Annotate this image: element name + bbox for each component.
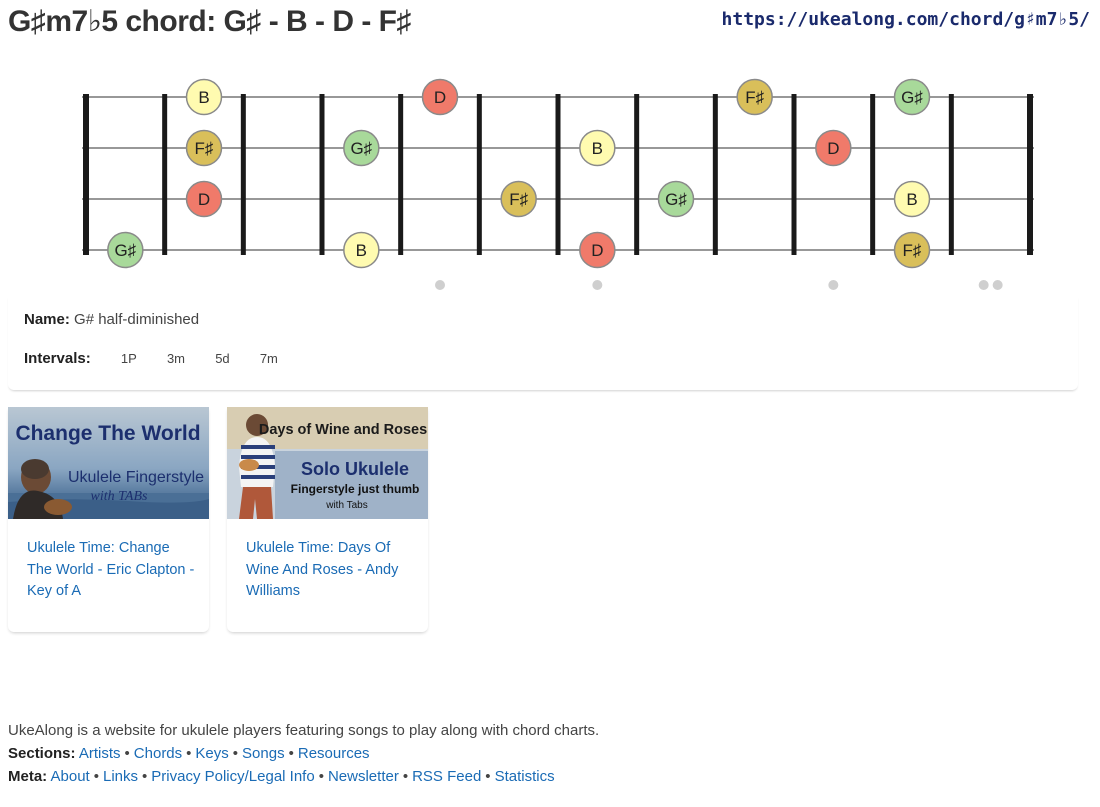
thumb-line2: with TABs	[91, 489, 148, 504]
video-link[interactable]: Ukulele Time: Change The World - Eric Cl…	[27, 538, 197, 603]
video-card[interactable]: Change The World Ukulele Fingerstyle wit…	[8, 407, 209, 632]
footer-separator: •	[142, 768, 148, 785]
thumb-title: Days of Wine and Roses	[259, 422, 427, 438]
chord-name-row: Name: G# half-diminished	[24, 311, 199, 328]
thumb-line2: Fingerstyle just thumb	[291, 482, 420, 496]
thumb-line1: Solo Ukulele	[301, 459, 409, 479]
footer-link-links[interactable]: Links	[103, 768, 138, 785]
note-label: D	[434, 88, 446, 107]
inlay-dot	[592, 280, 603, 290]
footer-link-chords[interactable]: Chords	[134, 745, 182, 762]
inlay-dot	[828, 280, 839, 290]
note-label: B	[356, 241, 367, 260]
intervals-label: Intervals:	[24, 350, 91, 367]
site-footer: UkeAlong is a website for ukulele player…	[8, 719, 599, 788]
inlay-dot	[435, 280, 445, 290]
note-label: F♯	[745, 88, 764, 107]
footer-separator: •	[124, 745, 130, 762]
footer-separator: •	[186, 745, 192, 762]
note-label: D	[198, 190, 210, 209]
thumb-title: Change The World	[15, 422, 200, 445]
footer-separator: •	[232, 745, 239, 762]
interval-item: 5d	[215, 351, 230, 366]
meta-label: Meta:	[8, 768, 48, 785]
inlay-dot	[992, 280, 1003, 290]
footer-separator: •	[318, 768, 324, 785]
footer-link-resources[interactable]: Resources	[298, 745, 370, 762]
note-label: G♯	[350, 139, 372, 158]
note-label: F♯	[903, 241, 922, 260]
note-label: B	[198, 88, 209, 107]
footer-link-newsletter[interactable]: Newsletter	[328, 768, 399, 785]
footer-link-rss[interactable]: RSS Feed	[412, 768, 481, 785]
note-label: G♯	[114, 241, 136, 260]
chord-info-card: Name: G# half-diminished Intervals: 1P 3…	[8, 296, 1078, 390]
interval-item: 1P	[120, 351, 137, 366]
note-label: B	[592, 139, 603, 158]
page-url[interactable]: https://ukealong.com/chord/g♯m7♭5/	[722, 9, 1090, 30]
video-link[interactable]: Ukulele Time: Days Of Wine And Roses - A…	[246, 538, 416, 603]
video-thumbnail[interactable]: Change The World Ukulele Fingerstyle wit…	[8, 407, 209, 519]
fretboard-diagram: B D F♯ G♯ F♯ G♯ B D D F♯ G♯ B G♯ B D F♯	[82, 78, 1034, 290]
note-label: G♯	[901, 88, 923, 107]
footer-separator: •	[288, 745, 294, 762]
note-label: F♯	[195, 139, 214, 158]
note-label: D	[827, 139, 839, 158]
note-label: B	[906, 190, 917, 209]
note-label: G♯	[665, 190, 687, 209]
note-label: F♯	[509, 190, 528, 209]
footer-separator: •	[402, 768, 409, 785]
video-thumbnail[interactable]: Days of Wine and Roses Solo Ukulele Fing…	[227, 407, 428, 519]
footer-link-statistics[interactable]: Statistics	[495, 768, 555, 785]
thumb-line1: Ukulele Fingerstyle	[68, 469, 204, 486]
footer-link-privacy[interactable]: Privacy Policy/Legal Info	[151, 768, 314, 785]
note-label: D	[591, 241, 603, 260]
footer-meta: Meta: About • Links • Privacy Policy/Legal I…	[8, 765, 599, 788]
thumb-line3: with Tabs	[325, 500, 368, 511]
footer-link-about[interactable]: About	[51, 768, 90, 785]
name-label: Name:	[24, 311, 70, 328]
footer-link-artists[interactable]: Artists	[79, 745, 121, 762]
page-title: G♯m7♭5 chord: G♯ - B - D - F♯	[8, 5, 412, 38]
footer-link-keys[interactable]: Keys	[195, 745, 228, 762]
chord-name-value: G# half-diminished	[74, 311, 200, 328]
footer-link-songs[interactable]: Songs	[242, 745, 285, 762]
intervals-row: Intervals: 1P 3m 5d 7m	[24, 350, 278, 367]
video-card[interactable]: Days of Wine and Roses Solo Ukulele Fing…	[227, 407, 428, 632]
interval-item: 7m	[259, 351, 278, 366]
footer-separator: •	[485, 768, 491, 785]
footer-tagline: UkeAlong is a website for ukulele player…	[8, 722, 600, 739]
inlay-dot	[978, 280, 989, 290]
footer-sections: Sections: Artists • Chords • Keys • Songs • Reso…	[8, 742, 599, 765]
footer-separator: •	[93, 768, 99, 785]
interval-item: 3m	[166, 351, 186, 366]
sections-label: Sections:	[8, 745, 76, 762]
